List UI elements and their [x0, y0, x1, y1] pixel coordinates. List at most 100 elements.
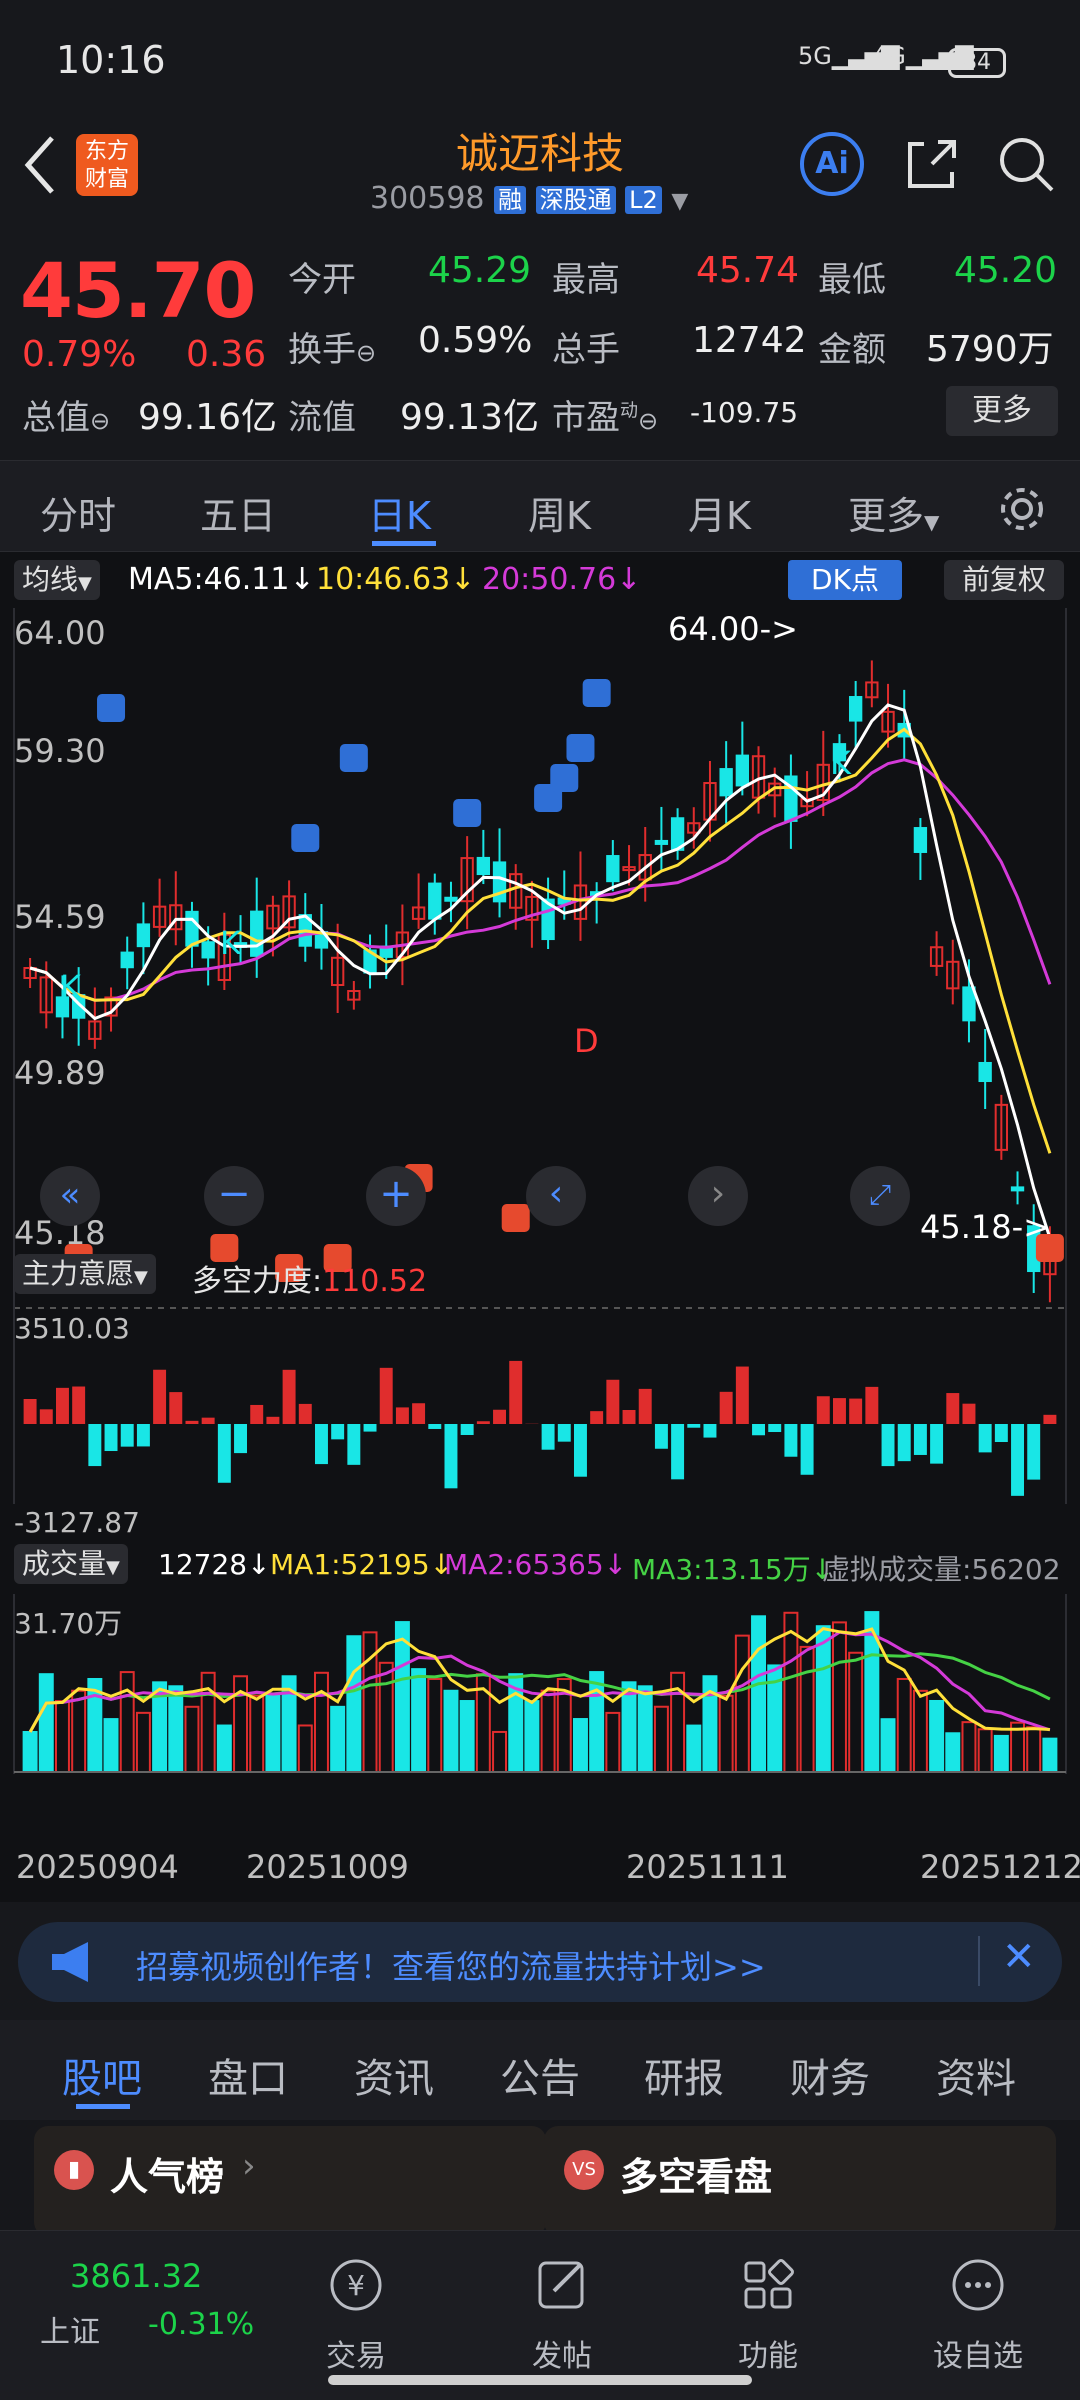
- search-icon[interactable]: [996, 134, 1056, 194]
- adjust-button[interactable]: 前复权: [944, 560, 1064, 600]
- date-label-1: 20251009: [246, 1848, 409, 1886]
- zhuli-bar: [476, 1421, 490, 1424]
- zhuli-bar: [493, 1409, 507, 1424]
- candle-body: [719, 768, 733, 797]
- tab-pankou[interactable]: 盘口: [208, 2046, 288, 2104]
- float-label: 流值: [288, 398, 356, 438]
- more-dots-icon[interactable]: [948, 2255, 1008, 2315]
- quote-panel: 45.70 0.79% 0.36 今开 45.29 最高 45.74 最低 45…: [0, 230, 1080, 460]
- nav-add-watchlist[interactable]: 设自选: [918, 2331, 1038, 2375]
- zhuli-bar: [72, 1386, 86, 1424]
- step-right-icon[interactable]: ›: [688, 1166, 748, 1226]
- tab-rik[interactable]: 日K: [368, 485, 431, 540]
- nav-trade[interactable]: 交易: [296, 2331, 416, 2375]
- volume-bar: [249, 1694, 265, 1773]
- tab-yanbao[interactable]: 研报: [644, 2046, 724, 2104]
- tab-caiwu[interactable]: 财务: [790, 2046, 870, 2104]
- zhuli-bar: [444, 1424, 458, 1489]
- ma-selector[interactable]: 均线▼: [14, 560, 100, 600]
- dropdown-icon[interactable]: ▼: [671, 189, 688, 214]
- candle-body: [136, 923, 151, 948]
- volume-bar: [443, 1689, 459, 1773]
- zoom-in-icon[interactable]: +: [366, 1166, 426, 1226]
- badge-rong: 融: [494, 186, 527, 214]
- tab-yuek[interactable]: 月K: [688, 485, 751, 540]
- volume-bar: [22, 1731, 38, 1773]
- zhuli-bar: [994, 1424, 1008, 1443]
- zhuli-selector[interactable]: 主力意愿▼: [14, 1254, 156, 1294]
- tab-fenshi[interactable]: 分时: [40, 485, 116, 540]
- settings-gear-icon[interactable]: [996, 483, 1048, 535]
- popularity-title: 人气榜: [110, 2155, 225, 2199]
- ai-icon[interactable]: Ai: [800, 132, 864, 196]
- high-value: 45.74: [696, 250, 800, 291]
- tab-zixun[interactable]: 资讯: [354, 2046, 434, 2104]
- index-value[interactable]: 3861.32: [70, 2257, 202, 2295]
- banner-divider: [978, 1936, 980, 1986]
- volume-bar: [848, 1651, 864, 1773]
- tab-more[interactable]: 更多▼: [848, 485, 939, 540]
- volume-bar: [184, 1705, 200, 1773]
- info-icon[interactable]: ⊖: [356, 339, 376, 367]
- zoom-out-icon[interactable]: −: [204, 1166, 264, 1226]
- zhuli-bar: [897, 1424, 911, 1462]
- zhuli-bar: [234, 1424, 248, 1454]
- tab-ziliao[interactable]: 资料: [936, 2046, 1016, 2104]
- candle-body: [848, 696, 863, 722]
- info-icon[interactable]: ⊖: [90, 407, 110, 435]
- zhuli-bar: [153, 1369, 167, 1424]
- zhuli-bar: [23, 1399, 37, 1424]
- index-pct[interactable]: -0.31%: [148, 2307, 254, 2342]
- zhuli-bar: [654, 1424, 668, 1449]
- post-edit-icon[interactable]: [532, 2255, 592, 2315]
- close-icon[interactable]: ✕: [1002, 1934, 1036, 1980]
- zhuli-bar: [671, 1424, 685, 1480]
- index-name[interactable]: 上证: [40, 2307, 100, 2351]
- kline-chart-area: 均线▼ MA5:46.11↓ 10:46.63↓ 20:50.76↓ DK点 前…: [0, 552, 1080, 1902]
- volume-bar: [589, 1671, 605, 1773]
- zhuli-bar: [39, 1409, 53, 1424]
- nav-post[interactable]: 发帖: [502, 2331, 622, 2375]
- bull-bear-card[interactable]: VS 多空看盘: [544, 2126, 1056, 2236]
- battery-level: 84: [963, 50, 991, 75]
- bottom-nav: 3861.32 上证 -0.31% ¥ 交易 发帖 功能 设自选: [0, 2230, 1080, 2400]
- candle-body: [606, 855, 620, 883]
- tab-wuri[interactable]: 五日: [200, 485, 276, 540]
- vol-ma2-legend: MA2:65365↓: [444, 1548, 628, 1581]
- dk-label: DK点: [811, 563, 879, 596]
- info-icon[interactable]: ⊖: [638, 407, 658, 435]
- mktcap-label-text: 总值: [22, 398, 90, 438]
- volume-selector[interactable]: 成交量▼: [14, 1544, 128, 1584]
- zhuli-bar: [735, 1366, 749, 1424]
- volume-ymax: 31.70万: [14, 1607, 123, 1640]
- candle-body: [444, 896, 458, 902]
- volume-bar: [799, 1645, 815, 1773]
- promo-banner[interactable]: 招募视频创作者！查看您的流量扶持计划>> ✕: [18, 1922, 1062, 2002]
- nav-function[interactable]: 功能: [708, 2331, 828, 2375]
- active-info-tab-indicator: [76, 2104, 130, 2109]
- fullscreen-icon[interactable]: ⤢: [850, 1166, 910, 1226]
- k-marker-2: K: [60, 968, 81, 1006]
- mktcap-value: 99.16亿: [138, 397, 278, 438]
- volume-bar: [38, 1673, 54, 1773]
- tab-zhouk[interactable]: 周K: [528, 485, 591, 540]
- stock-code: 300598: [370, 181, 485, 216]
- trade-yen-icon[interactable]: ¥: [326, 2255, 386, 2315]
- popularity-card[interactable]: ▮ 人气榜 ›: [34, 2126, 546, 2236]
- zhuli-bar: [978, 1424, 992, 1453]
- function-grid-icon[interactable]: [738, 2255, 798, 2315]
- share-icon[interactable]: [902, 134, 962, 194]
- tab-gonggao[interactable]: 公告: [500, 2046, 580, 2104]
- tab-guba[interactable]: 股吧: [62, 2046, 142, 2104]
- pan-left-fast-icon[interactable]: «: [40, 1166, 100, 1226]
- y-label-1: 59.30: [14, 732, 106, 770]
- dk-point-button[interactable]: DK点: [788, 560, 902, 600]
- zhuli-bar: [185, 1420, 199, 1424]
- zhuli-ymin: -3127.87: [14, 1506, 140, 1539]
- vol-ma1-legend: MA1:52195↓: [270, 1548, 454, 1581]
- zhuli-bar: [509, 1360, 523, 1424]
- more-button[interactable]: 更多: [946, 386, 1058, 436]
- volume-bar: [831, 1621, 847, 1774]
- step-left-icon[interactable]: ‹: [526, 1166, 586, 1226]
- pe-label: 市盈动⊖: [552, 390, 658, 439]
